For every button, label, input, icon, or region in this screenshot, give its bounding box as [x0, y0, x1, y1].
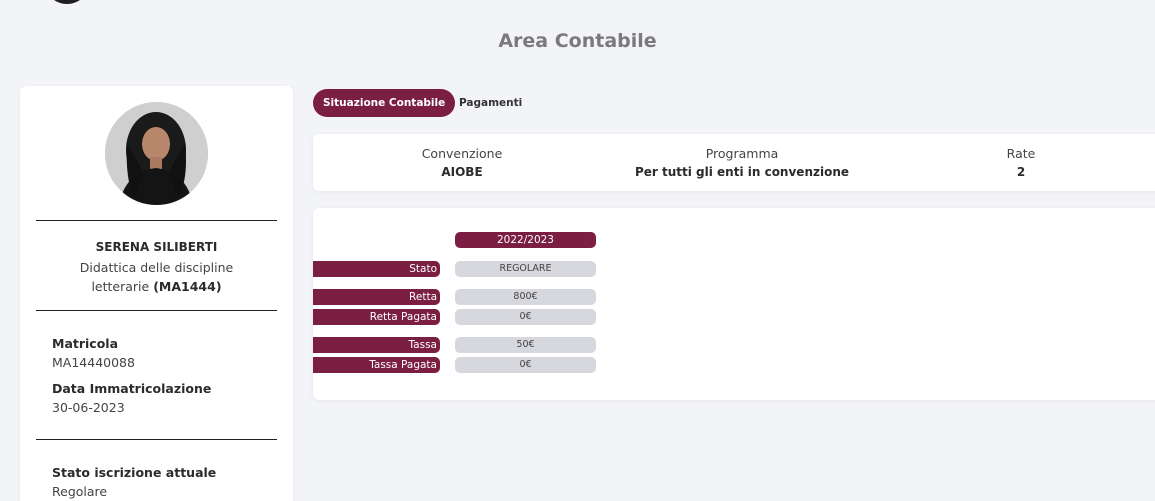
convenzione-label: Convenzione: [421, 146, 503, 161]
profile-divider: [36, 439, 277, 440]
row-label-retta: Retta: [313, 289, 440, 305]
row-value-tassa: 50€: [455, 337, 596, 353]
programma-label: Programma: [705, 146, 779, 161]
avatar: [105, 102, 208, 205]
matricola-label: Matricola: [52, 336, 119, 351]
immatricolazione-value: 30-06-2023: [52, 400, 125, 415]
summary-convenzione: Convenzione AIOBE: [362, 146, 562, 179]
avatar-photo: [105, 102, 208, 205]
stato-iscrizione-label: Stato iscrizione attuale: [52, 465, 217, 480]
row-value-tassa-pagata: 0€: [455, 357, 596, 373]
matricola-value: MA14440088: [52, 355, 135, 370]
profile-divider: [36, 220, 277, 221]
student-name: SERENA SILIBERTI: [95, 240, 218, 254]
logo: [44, 0, 90, 4]
summary-rate: Rate 2: [921, 146, 1121, 179]
summary-card: Convenzione AIOBE Programma Per tutti gl…: [313, 134, 1155, 191]
convenzione-value: AIOBE: [441, 165, 483, 179]
row-value-retta: 800€: [455, 289, 596, 305]
rate-value: 2: [1016, 165, 1026, 179]
page-title: Area Contabile: [498, 30, 657, 52]
programma-value: Per tutti gli enti in convenzione: [634, 165, 850, 179]
row-label-retta-pagata: Retta Pagata: [313, 309, 440, 325]
profile-divider: [36, 310, 277, 311]
tab-pagamenti[interactable]: Pagamenti: [449, 89, 532, 117]
detail-card: 2022/2023 Stato REGOLARE Retta 800€ Rett…: [313, 208, 1155, 400]
year-header: 2022/2023: [455, 232, 596, 248]
profile-card: SERENA SILIBERTI Didattica delle discipl…: [20, 86, 293, 501]
row-value-retta-pagata: 0€: [455, 309, 596, 325]
row-value-stato: REGOLARE: [455, 261, 596, 277]
student-course: Didattica delle discipline letterarie (M…: [60, 258, 253, 296]
summary-programma: Programma Per tutti gli enti in convenzi…: [592, 146, 892, 179]
stato-iscrizione-value: Regolare: [52, 484, 108, 499]
row-label-stato: Stato: [313, 261, 440, 277]
row-label-tassa-pagata: Tassa Pagata: [313, 357, 440, 373]
rate-label: Rate: [1006, 146, 1036, 161]
tab-situazione-contabile[interactable]: Situazione Contabile: [313, 89, 456, 117]
row-label-tassa: Tassa: [313, 337, 440, 353]
course-code: (MA1444): [153, 279, 222, 294]
immatricolazione-label: Data Immatricolazione: [52, 381, 212, 396]
